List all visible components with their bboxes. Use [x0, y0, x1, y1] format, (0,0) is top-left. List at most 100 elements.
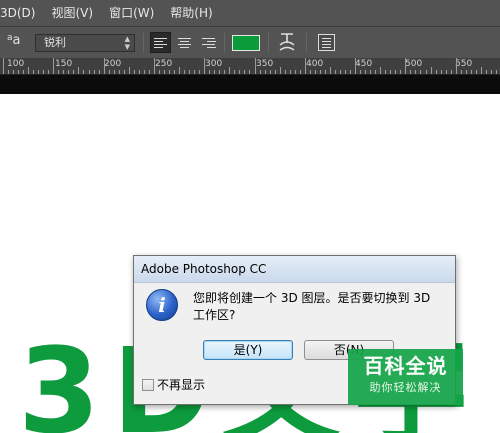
ruler-tick [189, 70, 191, 74]
align-left-button[interactable] [150, 32, 171, 53]
checkbox-box[interactable] [142, 378, 154, 391]
menu-3d[interactable]: 3D(D) [0, 0, 43, 26]
watermark-subtitle: 助你轻松解决 [369, 381, 442, 394]
ruler-label: 300 [205, 59, 223, 69]
ruler-tick [148, 70, 150, 74]
ruler-tick [490, 70, 492, 74]
ruler-tick [83, 70, 85, 74]
ruler-tick [38, 70, 40, 74]
separator [306, 33, 307, 53]
ruler-tick [118, 70, 120, 74]
ruler-label: 150 [55, 59, 73, 69]
ruler-tick [18, 70, 20, 74]
ruler-tick [113, 70, 115, 74]
ruler-tick [485, 70, 487, 74]
ruler-tick [234, 70, 236, 74]
ruler-tick [395, 70, 397, 74]
ruler-tick [299, 70, 301, 74]
ruler-tick [314, 70, 316, 74]
antialias-select[interactable]: 锐利 ▲ ▼ [35, 34, 135, 52]
ruler-tick [450, 70, 452, 74]
ruler-tick [284, 70, 286, 74]
ruler-tick [370, 70, 372, 74]
ruler-tick [209, 70, 211, 74]
ruler-tick [304, 58, 306, 74]
ruler-tick [23, 70, 25, 74]
ruler-tick [249, 70, 251, 74]
ruler-tick [48, 70, 50, 74]
ruler-label: 250 [155, 59, 173, 69]
ruler-tick [309, 70, 311, 74]
ruler-tick [133, 70, 135, 74]
checkbox-label: 不再显示 [157, 378, 206, 392]
ruler-tick [239, 70, 241, 74]
ruler-tick [480, 67, 482, 74]
ruler-label: 400 [306, 59, 324, 69]
ruler-tick [108, 70, 110, 74]
antialias-value: 锐利 [44, 36, 66, 49]
pasteboard [0, 75, 500, 94]
select-arrows-icon: ▲ ▼ [124, 35, 130, 51]
ruler-tick [13, 70, 15, 74]
ruler-tick [158, 70, 160, 74]
ruler-tick [294, 70, 296, 74]
dialog-title[interactable]: Adobe Photoshop CC [134, 256, 455, 283]
ruler-tick [153, 58, 155, 74]
ruler-tick [88, 70, 90, 74]
ruler-tick [410, 70, 412, 74]
warp-text-icon[interactable] [278, 31, 296, 53]
ruler-tick [194, 70, 196, 74]
ruler-tick [53, 58, 55, 74]
ruler-tick [435, 70, 437, 74]
ruler-tick [274, 70, 276, 74]
ruler-tick [455, 58, 457, 74]
ruler-label: 550 [455, 59, 473, 69]
ruler-tick [405, 58, 407, 74]
ruler-tick [350, 70, 352, 74]
ruler-tick [254, 58, 256, 74]
options-bar: aa 锐利 ▲ ▼ [0, 26, 500, 58]
ruler-label: 100 [7, 59, 25, 69]
yes-button[interactable]: 是(Y) [203, 340, 293, 360]
watermark-title: 百科全说 [363, 354, 448, 378]
ruler-tick [28, 67, 30, 74]
ruler-tick [128, 67, 130, 74]
dont-show-again-checkbox[interactable]: 不再显示 [142, 376, 205, 393]
character-panel-icon[interactable] [318, 34, 335, 51]
align-center-button[interactable] [174, 32, 195, 53]
ruler-tick [143, 70, 145, 74]
menu-view[interactable]: 视图(V) [43, 0, 101, 26]
ruler-tick [269, 70, 271, 74]
ruler-tick [163, 70, 165, 74]
horizontal-ruler[interactable]: 100 150 200 250 300 350 400 450 500 550 [0, 58, 500, 75]
ruler-tick [78, 67, 80, 74]
ruler-tick [98, 70, 100, 74]
align-right-button[interactable] [198, 32, 219, 53]
ruler-tick [420, 70, 422, 74]
antialias-icon: aa [7, 33, 29, 51]
ruler-tick [465, 70, 467, 74]
ruler-tick [103, 58, 105, 74]
ruler-tick [400, 70, 402, 74]
ruler-tick [380, 67, 382, 74]
ruler-tick [199, 70, 201, 74]
ruler-tick [204, 58, 206, 74]
ruler-tick [345, 70, 347, 74]
separator [224, 33, 225, 53]
ruler-tick [385, 70, 387, 74]
info-icon: i [146, 289, 178, 321]
menu-window[interactable]: 窗口(W) [101, 0, 162, 26]
ruler-tick [445, 70, 447, 74]
ruler-tick [168, 70, 170, 74]
ruler-tick [340, 70, 341, 74]
ruler-tick [63, 70, 65, 74]
text-color-swatch[interactable] [232, 35, 260, 51]
ruler-label: 500 [405, 59, 423, 69]
ruler-tick [123, 70, 125, 74]
menu-help[interactable]: 帮助(H) [162, 0, 220, 26]
ruler-tick [259, 70, 261, 74]
ruler-tick [174, 70, 176, 74]
ruler-tick [229, 67, 231, 74]
ruler-tick [360, 70, 362, 74]
ruler-tick [415, 70, 417, 74]
